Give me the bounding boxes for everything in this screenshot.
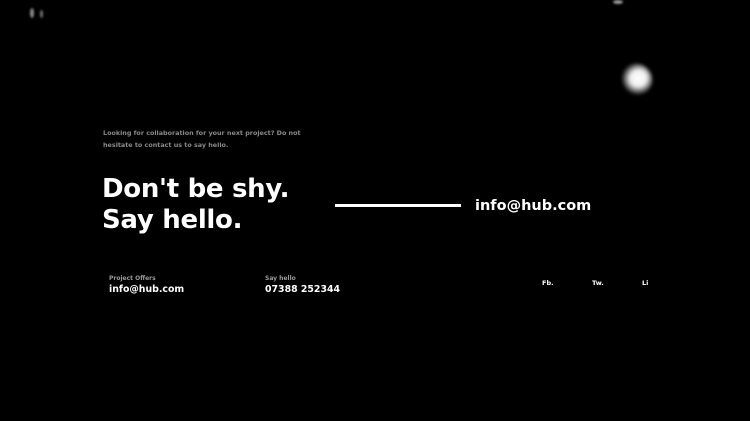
phone-link[interactable]: 07388 252344 [265,283,340,297]
twitter-link[interactable]: Tw. [592,279,604,288]
page-title: Don't be shy. Say hello. [102,174,290,235]
facebook-link[interactable]: Fb. [542,279,554,288]
say-hello-block: Say hello 07388 252344 [265,274,340,297]
linkedin-link[interactable]: Li [642,279,648,288]
divider-line [335,204,461,207]
decorative-blob [616,58,658,100]
intro-text: Looking for collaboration for your next … [103,129,301,149]
project-offers-block: Project Offers info@hub.com [109,274,184,297]
decorative-blob [30,8,34,18]
decorative-blob [613,0,623,4]
email-link[interactable]: info@hub.com [475,196,591,216]
decorative-blob [40,10,43,18]
project-offers-label: Project Offers [109,275,156,282]
say-hello-label: Say hello [265,275,296,282]
project-offers-email-link[interactable]: info@hub.com [109,283,184,297]
